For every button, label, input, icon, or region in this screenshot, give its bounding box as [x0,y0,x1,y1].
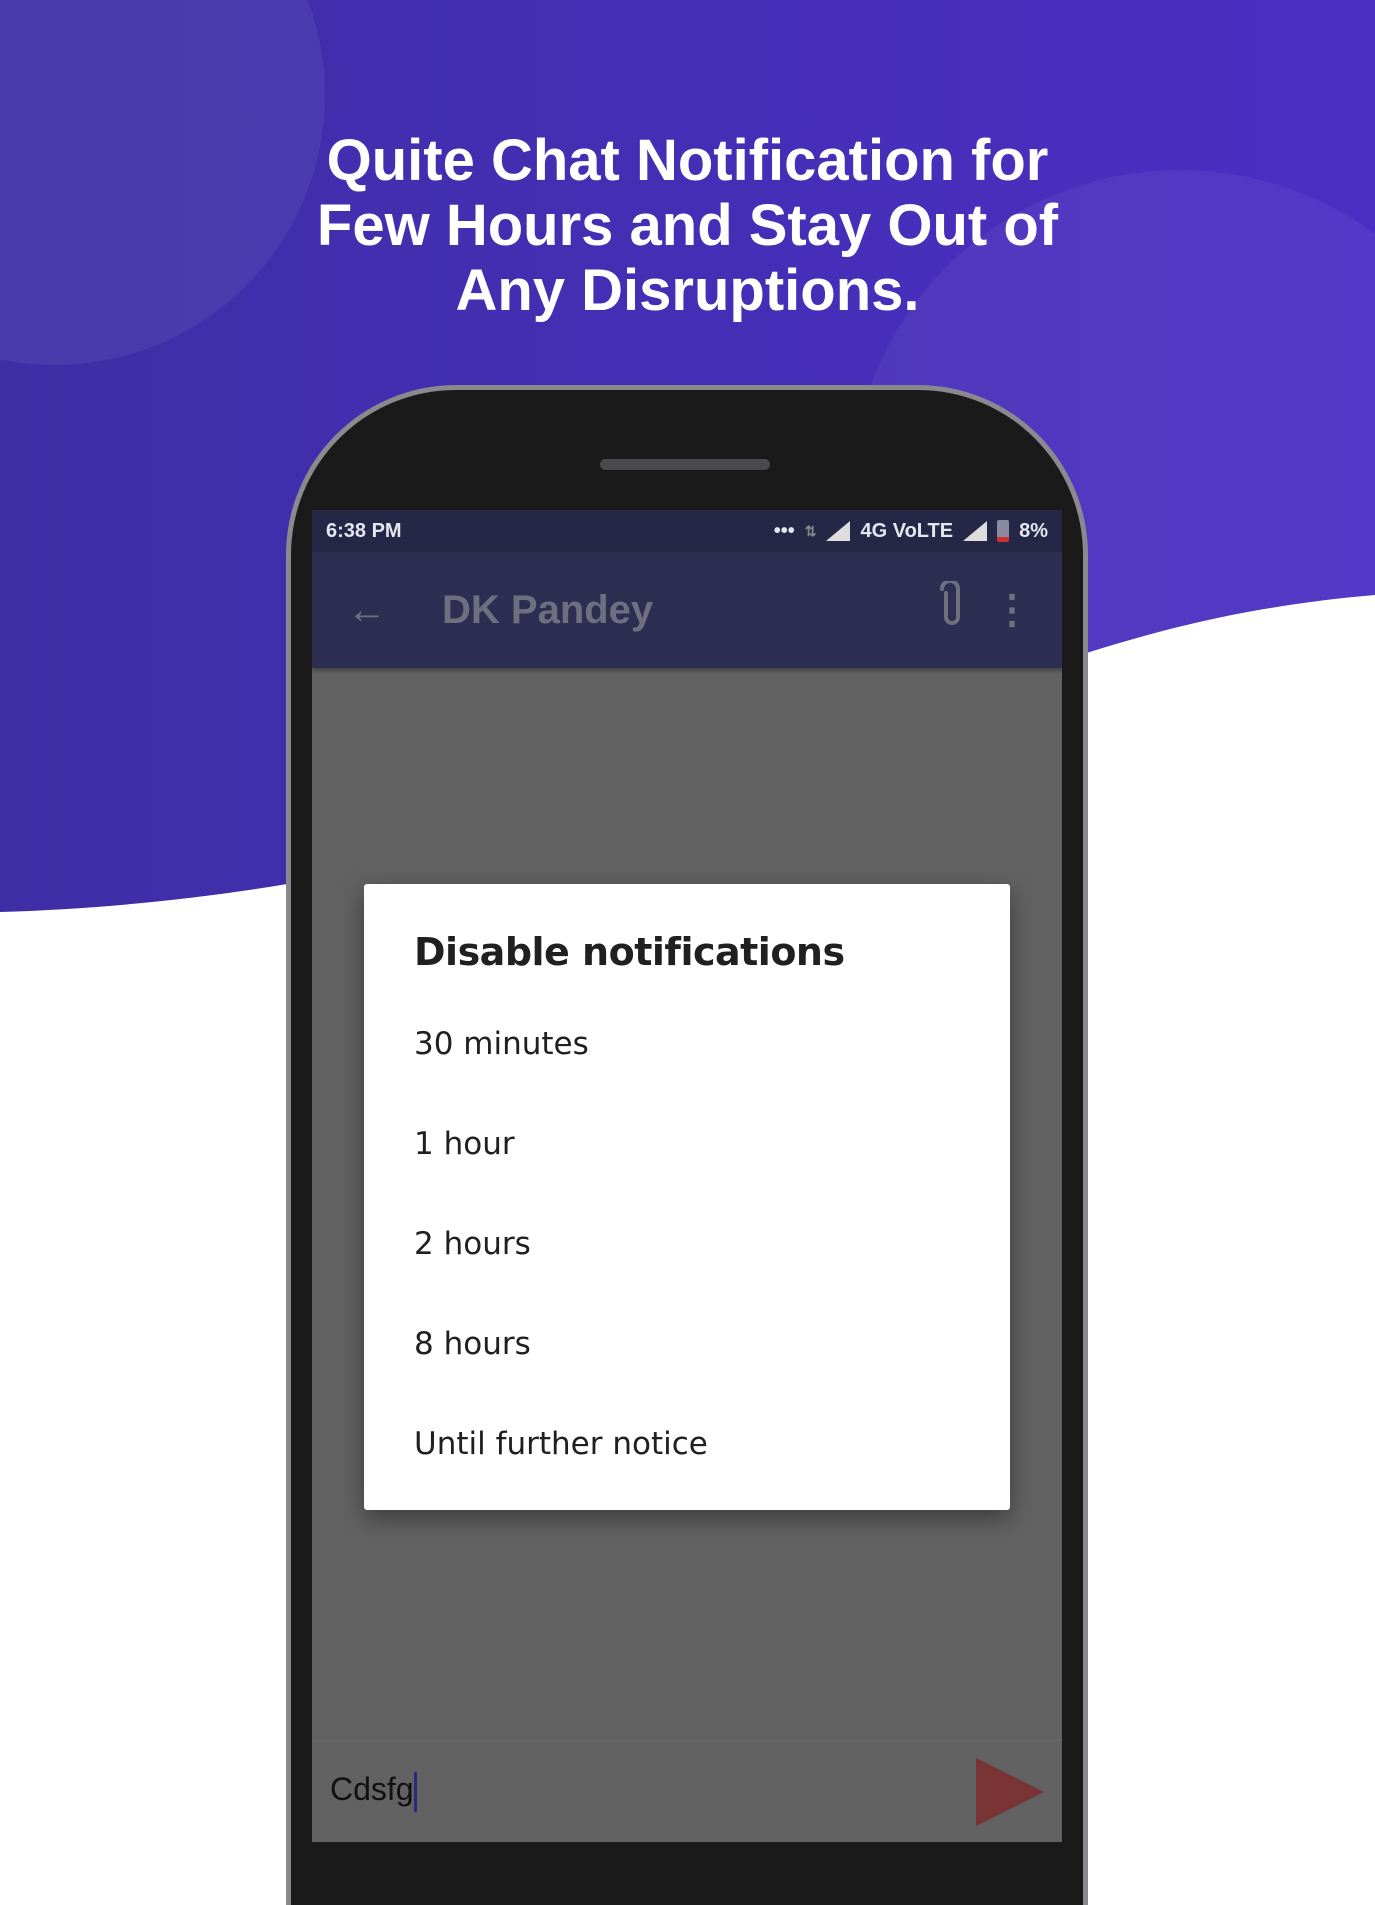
more-notifications-icon: ••• [773,519,795,542]
battery-icon [997,520,1010,542]
send-icon[interactable] [976,1757,1044,1826]
headline-line: Quite Chat Notification for [326,128,1049,193]
status-time: 6:38 PM [326,519,402,542]
back-arrow-icon[interactable]: ← [322,588,412,633]
battery-level: 8% [1019,519,1048,542]
option-2-hours[interactable]: 2 hours [414,1194,1010,1294]
composer: Cdsfg [312,1740,1062,1842]
dialog-title: Disable notifications [414,930,845,974]
text-caret [413,1771,417,1812]
data-transfer-icon: ⇅ [804,522,817,539]
chat-title: DK Pandey [442,587,654,632]
status-bar: 6:38 PM ••• ⇅ 4G VoLTE 8% [312,510,1062,552]
option-30-minutes[interactable]: 30 minutes [414,994,1010,1094]
paperclip-icon[interactable] [922,579,982,639]
option-8-hours[interactable]: 8 hours [414,1294,1010,1394]
phone-screen: 6:38 PM ••• ⇅ 4G VoLTE 8% ← DK Pandey ⋮ … [312,510,1062,1842]
more-vertical-icon[interactable]: ⋮ [982,587,1042,633]
headline: Quite Chat Notification for Few Hours an… [0,128,1375,323]
network-label: 4G VoLTE [860,519,954,542]
signal-icon [963,521,988,541]
option-until-further-notice[interactable]: Until further notice [414,1394,1010,1494]
option-1-hour[interactable]: 1 hour [414,1094,1010,1194]
message-text: Cdsfg [330,1771,414,1808]
phone-speaker [600,459,770,470]
headline-line: Few Hours and Stay Out of [316,193,1059,258]
disable-notifications-dialog: Disable notifications 30 minutes 1 hour … [364,884,1010,1510]
message-input[interactable]: Cdsfg [330,1771,417,1812]
headline-line: Any Disruptions. [455,258,920,323]
signal-icon [826,521,851,541]
app-bar: ← DK Pandey ⋮ [312,552,1062,668]
